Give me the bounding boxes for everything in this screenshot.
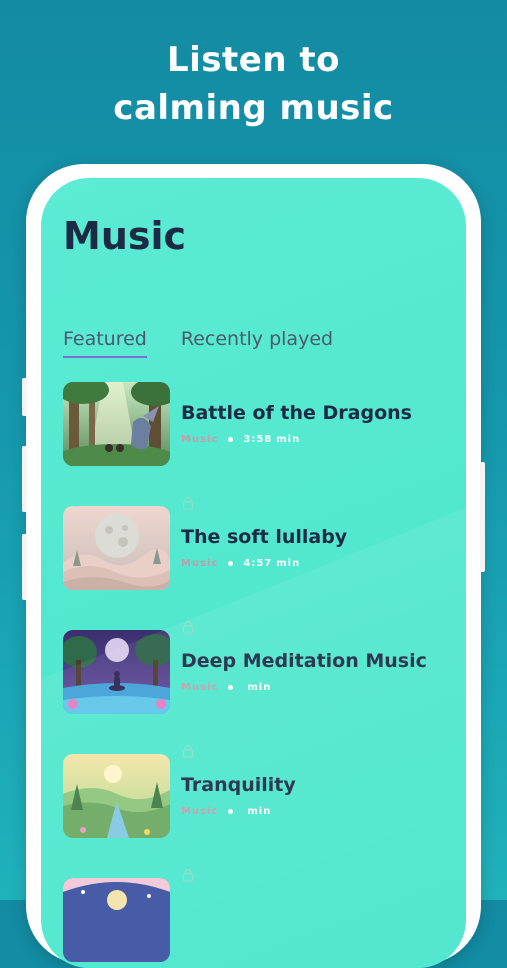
track-duration-unit: min	[276, 558, 301, 569]
track-category: Music	[181, 434, 219, 445]
track-title: Deep Meditation Music	[181, 650, 427, 672]
track-meta: Music min	[181, 806, 271, 817]
track-item[interactable]: Deep Meditation Music Music min	[63, 620, 463, 716]
track-meta: Music min	[181, 682, 271, 693]
separator-dot-icon	[228, 809, 234, 814]
forest-dragon-art-icon	[63, 382, 170, 466]
track-item[interactable]	[63, 868, 463, 964]
headline-line-2: calming music	[113, 88, 394, 128]
valley-river-art-icon	[63, 754, 170, 838]
separator-dot-icon	[228, 685, 234, 690]
promo-headline: Listen to calming music	[0, 36, 507, 132]
phone-side-button	[22, 378, 27, 416]
tab-bar: Featured Recently played	[63, 328, 333, 358]
track-item[interactable]: Tranquility Music min	[63, 744, 463, 840]
track-meta: Music 4:57 min	[181, 558, 300, 569]
track-title: The soft lullaby	[181, 526, 348, 548]
page-title: Music	[63, 214, 187, 258]
moon-night-art-icon	[63, 506, 170, 590]
track-category: Music	[181, 806, 219, 817]
tab-featured[interactable]: Featured	[63, 328, 147, 358]
app-screen: Music Featured Recently played Battle of…	[41, 178, 466, 968]
tab-recently-played[interactable]: Recently played	[181, 328, 333, 358]
headline-line-1: Listen to	[166, 40, 341, 80]
lock-icon	[182, 620, 194, 634]
track-meta: Music 3:58 min	[181, 434, 300, 445]
phone-side-button	[22, 534, 27, 600]
track-category: Music	[181, 682, 219, 693]
track-duration-unit: min	[247, 806, 272, 817]
track-duration-unit: min	[276, 434, 301, 445]
track-category: Music	[181, 558, 219, 569]
track-duration: 4:57	[243, 558, 273, 569]
track-duration: 3:58	[243, 434, 273, 445]
track-item[interactable]: The soft lullaby Music 4:57 min	[63, 496, 463, 592]
track-title: Battle of the Dragons	[181, 402, 412, 424]
lock-icon	[182, 868, 194, 882]
moon-night-art-icon	[63, 878, 170, 962]
lock-icon	[182, 744, 194, 758]
phone-frame: Music Featured Recently played Battle of…	[22, 164, 485, 968]
lock-icon	[182, 496, 194, 510]
track-item[interactable]: Battle of the Dragons Music 3:58 min	[63, 382, 463, 468]
phone-side-button	[22, 446, 27, 512]
separator-dot-icon	[228, 561, 234, 566]
track-title: Tranquility	[181, 774, 296, 796]
meditation-lake-art-icon	[63, 630, 170, 714]
track-duration-unit: min	[247, 682, 272, 693]
phone-side-button	[480, 462, 485, 572]
separator-dot-icon	[228, 437, 234, 442]
